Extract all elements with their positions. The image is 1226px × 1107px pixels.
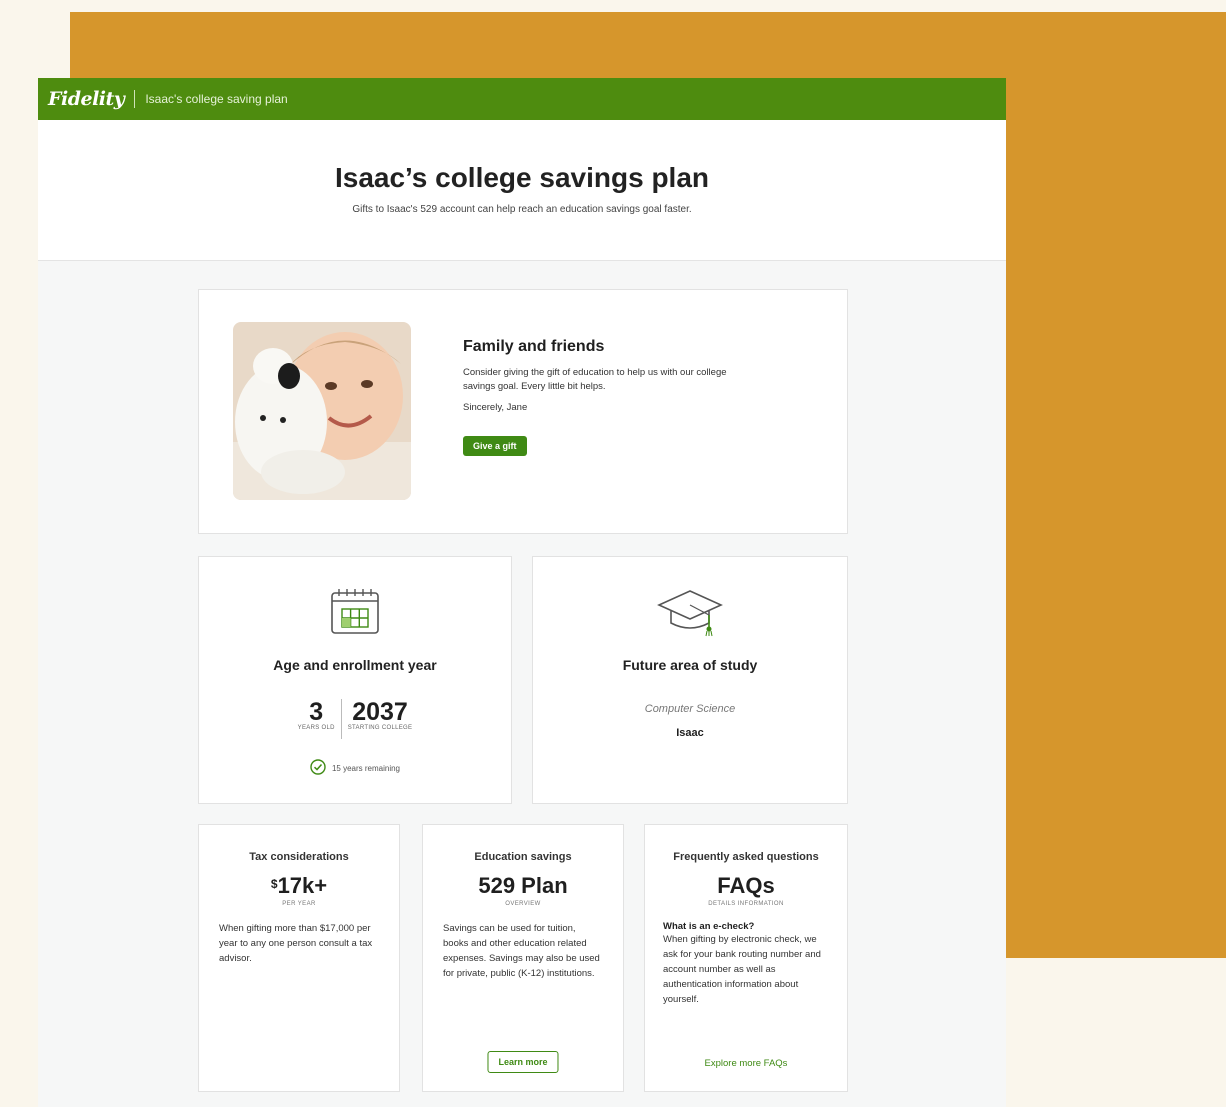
page-title: Isaac’s college savings plan <box>334 162 710 193</box>
age-label: YEARS OLD <box>297 725 335 731</box>
study-field: Computer Science <box>644 703 736 715</box>
tax-amount: $17k+ <box>199 873 399 899</box>
page-subtitle: Gifts to Isaac's 529 account can help re… <box>352 204 692 215</box>
friends-body: Consider giving the gift of education to… <box>463 367 727 392</box>
page-window: Fidelity Isaac's college saving plan Isa… <box>38 78 1006 1107</box>
tax-sub: PER YEAR <box>282 901 316 907</box>
edu-value: 529 Plan <box>478 873 568 898</box>
faq-sub: DETAILS INFORMATION <box>708 901 784 907</box>
faq-value: FAQs <box>717 873 775 898</box>
edu-sub: OVERVIEW <box>505 901 541 907</box>
currency-symbol: $ <box>270 877 278 891</box>
friends-title: Family and friends <box>463 338 605 355</box>
years-remaining: 15 years remaining <box>199 759 511 777</box>
child-photo <box>233 322 411 500</box>
study-card-title: Future area of study <box>622 657 758 673</box>
edu-title: Education savings <box>474 851 572 863</box>
tax-amount-value: 17k+ <box>277 873 328 898</box>
tax-title: Tax considerations <box>249 851 349 863</box>
faq-answer: When gifting by electronic check, we ask… <box>663 934 821 1005</box>
explore-faqs-link[interactable]: Explore more FAQs <box>645 1058 847 1069</box>
student-name: Isaac <box>676 727 704 739</box>
age-value: 3 <box>309 698 324 726</box>
page-label: Isaac's college saving plan <box>145 92 288 106</box>
edu-body: Savings can be used for tuition, books a… <box>443 923 600 979</box>
age-stats: 3 YEARS OLD 2037 STARTING COLLEGE <box>199 699 511 739</box>
year-stat: 2037 STARTING COLLEGE <box>342 699 419 739</box>
friends-text: Family and friends Consider giving the g… <box>463 338 733 456</box>
age-stat: 3 YEARS OLD <box>292 699 341 739</box>
tax-body: When gifting more than $17,000 per year … <box>219 923 373 964</box>
year-value: 2037 <box>352 698 408 726</box>
check-circle-icon <box>310 759 326 777</box>
faq-card: Frequently asked questions FAQs DETAILS … <box>644 824 848 1092</box>
friends-signature: Sincerely, Jane <box>463 402 528 413</box>
year-label: STARTING COLLEGE <box>347 725 413 731</box>
age-card-title: Age and enrollment year <box>273 657 437 673</box>
learn-more-button[interactable]: Learn more <box>487 1051 559 1073</box>
graduation-cap-icon <box>533 587 847 637</box>
calendar-icon <box>199 587 511 637</box>
brand-logo[interactable]: Fidelity <box>48 88 125 110</box>
bar-divider <box>134 90 136 108</box>
education-savings-card: Education savings 529 Plan OVERVIEW Savi… <box>422 824 624 1092</box>
family-friends-card: Family and friends Consider giving the g… <box>198 289 848 534</box>
future-study-card: Future area of study Computer Science Is… <box>532 556 848 804</box>
give-gift-button[interactable]: Give a gift <box>463 436 527 456</box>
years-remaining-text: 15 years remaining <box>331 763 401 773</box>
top-bar: Fidelity Isaac's college saving plan <box>38 78 1006 120</box>
tax-card: Tax considerations $17k+ PER YEAR When g… <box>198 824 400 1092</box>
age-enrollment-card: Age and enrollment year 3 YEARS OLD 2037… <box>198 556 512 804</box>
hero-section: Isaac’s college savings plan Gifts to Is… <box>38 120 1006 261</box>
faq-title: Frequently asked questions <box>673 851 819 863</box>
faq-question: What is an e-check? <box>663 921 755 932</box>
